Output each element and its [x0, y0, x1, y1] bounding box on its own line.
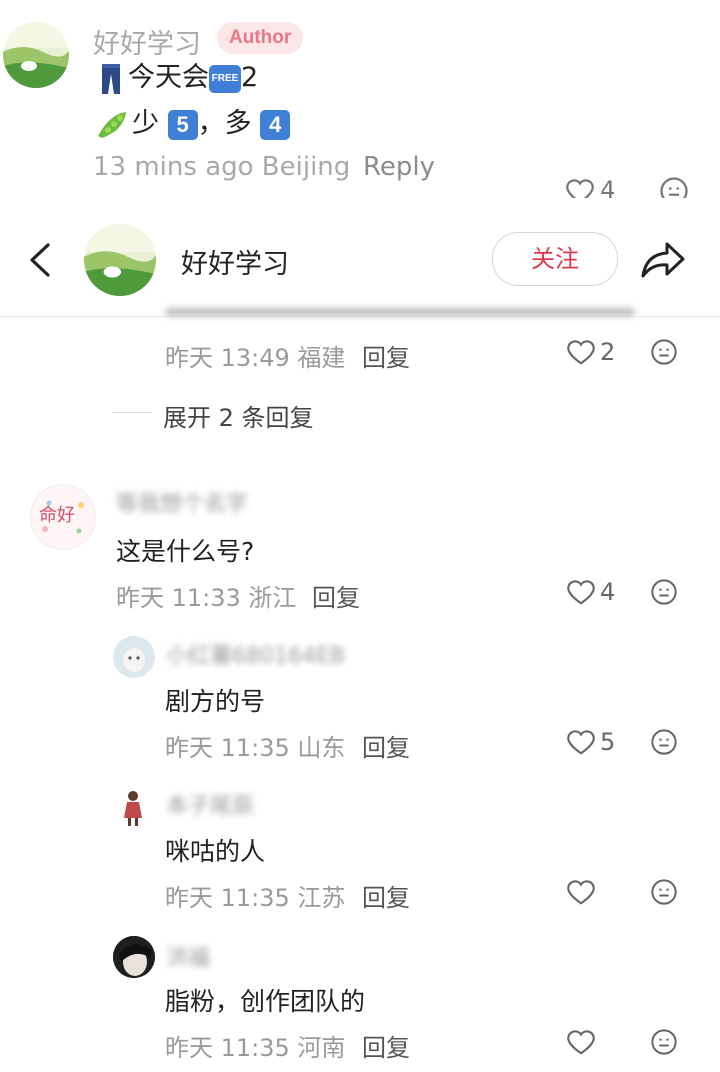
r3-text: 脂粉，创作团队的	[165, 987, 366, 1016]
c0-like-count: 2	[600, 338, 616, 366]
like-heart-icon[interactable]: 4	[565, 176, 625, 198]
author-badge-label: Author	[229, 27, 292, 48]
r1-username[interactable]: 小红薯680164EB	[166, 638, 345, 670]
emoji-reaction-icon[interactable]	[659, 176, 691, 198]
like-heart-icon[interactable]	[566, 727, 596, 757]
top-comment-meta: 13 mins ago Beijing	[93, 152, 351, 182]
emoji-reaction-icon[interactable]	[650, 1028, 678, 1056]
r1-text: 剧方的号	[165, 687, 266, 716]
r2-username[interactable]: 本子尾辰	[166, 788, 254, 820]
like-heart-icon[interactable]	[566, 877, 596, 907]
author-badge: Author	[217, 22, 304, 54]
top-comment-like-count: 4	[600, 176, 616, 198]
r1-reply-button[interactable]: 回复	[362, 728, 410, 763]
top-comment-line1: 今天会 FREE2	[100, 60, 258, 96]
c1-text: 这是什么号?	[116, 537, 255, 566]
emoji-reaction-icon[interactable]	[650, 578, 678, 606]
top-comment-author[interactable]: 好好学习	[93, 22, 201, 61]
c1-avatar[interactable]: 命好	[30, 484, 96, 550]
author-avatar[interactable]	[3, 22, 69, 88]
r2-reply-button[interactable]: 回复	[362, 878, 410, 913]
r1-avatar[interactable]	[113, 636, 155, 678]
follow-button[interactable]: 关注	[492, 232, 618, 286]
r1-like-count: 5	[600, 728, 616, 756]
header-avatar[interactable]	[84, 224, 156, 296]
r2-meta: 昨天 11:35 江苏	[165, 884, 346, 912]
expand-replies-button[interactable]: 展开 2 条回复	[163, 398, 314, 433]
r2-text: 咪咕的人	[165, 837, 266, 866]
c1-username[interactable]: 等我想个名字	[116, 486, 248, 518]
header-divider	[0, 316, 720, 317]
expand-line	[112, 412, 152, 413]
top-comment-reply-button[interactable]: Reply	[363, 152, 435, 182]
emoji-reaction-icon[interactable]	[650, 728, 678, 756]
keycap-5-icon: 5	[167, 109, 198, 140]
r3-reply-button[interactable]: 回复	[362, 1028, 410, 1063]
c0-reply-button[interactable]: 回复	[362, 338, 410, 373]
c1-reply-button[interactable]: 回复	[312, 578, 360, 613]
r3-meta: 昨天 11:35 河南	[165, 1034, 346, 1062]
top-comment-text-2a: 少	[132, 108, 159, 139]
like-heart-icon[interactable]	[566, 1027, 596, 1057]
like-heart-icon[interactable]	[566, 337, 596, 367]
share-arrow-icon[interactable]	[640, 240, 686, 280]
cut-off-text	[165, 308, 635, 316]
chevron-left-icon[interactable]	[26, 242, 54, 278]
profile-header: 好好学习 关注	[0, 198, 720, 316]
r3-avatar[interactable]	[113, 936, 155, 978]
top-comment-line2: 少 5 ，多 4	[96, 106, 291, 142]
jeans-icon	[100, 63, 122, 94]
top-comment-text-1: 今天会	[128, 62, 209, 93]
c0-meta: 昨天 13:49 福建	[165, 344, 346, 372]
free-badge-icon: FREE	[209, 64, 241, 93]
emoji-reaction-icon[interactable]	[650, 338, 678, 366]
emoji-reaction-icon[interactable]	[650, 878, 678, 906]
r2-avatar[interactable]	[113, 786, 155, 828]
like-heart-icon[interactable]	[566, 577, 596, 607]
top-comment-text-2b: ，多	[197, 108, 252, 139]
c1-avatar-text: 命好	[39, 505, 75, 526]
keycap-4-icon: 4	[260, 109, 291, 140]
c1-meta: 昨天 11:33 浙江	[116, 584, 297, 612]
header-name: 好好学习	[181, 249, 289, 280]
c1-like-count: 4	[600, 578, 616, 606]
follow-button-label: 关注	[531, 245, 579, 273]
r3-username[interactable]: 洪福	[166, 940, 210, 972]
r1-meta: 昨天 11:35 山东	[165, 734, 346, 762]
top-comment-text-1-suffix: 2	[241, 62, 259, 93]
pea-pod-icon	[96, 110, 128, 140]
